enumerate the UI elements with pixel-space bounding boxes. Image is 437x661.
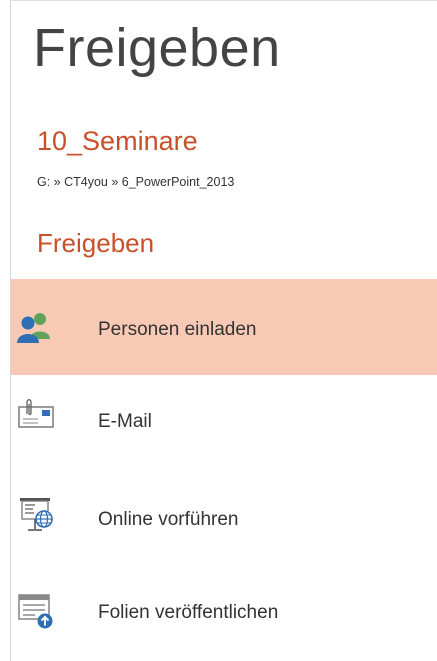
document-path: G: » CT4you » 6_PowerPoint_2013: [37, 175, 235, 189]
page-title: Freigeben: [33, 18, 281, 78]
section-heading: Freigeben: [37, 228, 155, 258]
share-option-label: E-Mail: [98, 411, 152, 432]
publish-slides-icon: [16, 591, 53, 629]
invite-people-icon: [16, 309, 52, 345]
share-option-email[interactable]: E-Mail: [11, 375, 437, 471]
document-name: 10_Seminare: [37, 126, 198, 156]
share-backstage-pane: Freigeben 10_Seminare G: » CT4you » 6_Po…: [0, 0, 437, 661]
share-option-publish-slides[interactable]: Folien veröffentlichen: [11, 567, 437, 661]
email-attachment-icon: [16, 397, 54, 433]
pane-top-border: [10, 0, 437, 1]
share-option-present-online[interactable]: Online vorführen: [11, 471, 437, 567]
share-option-label: Online vorführen: [98, 509, 239, 530]
share-option-invite-people[interactable]: Personen einladen: [11, 279, 437, 375]
share-option-label: Personen einladen: [98, 319, 257, 340]
present-online-icon: [16, 495, 53, 531]
share-option-label: Folien veröffentlichen: [98, 602, 279, 623]
